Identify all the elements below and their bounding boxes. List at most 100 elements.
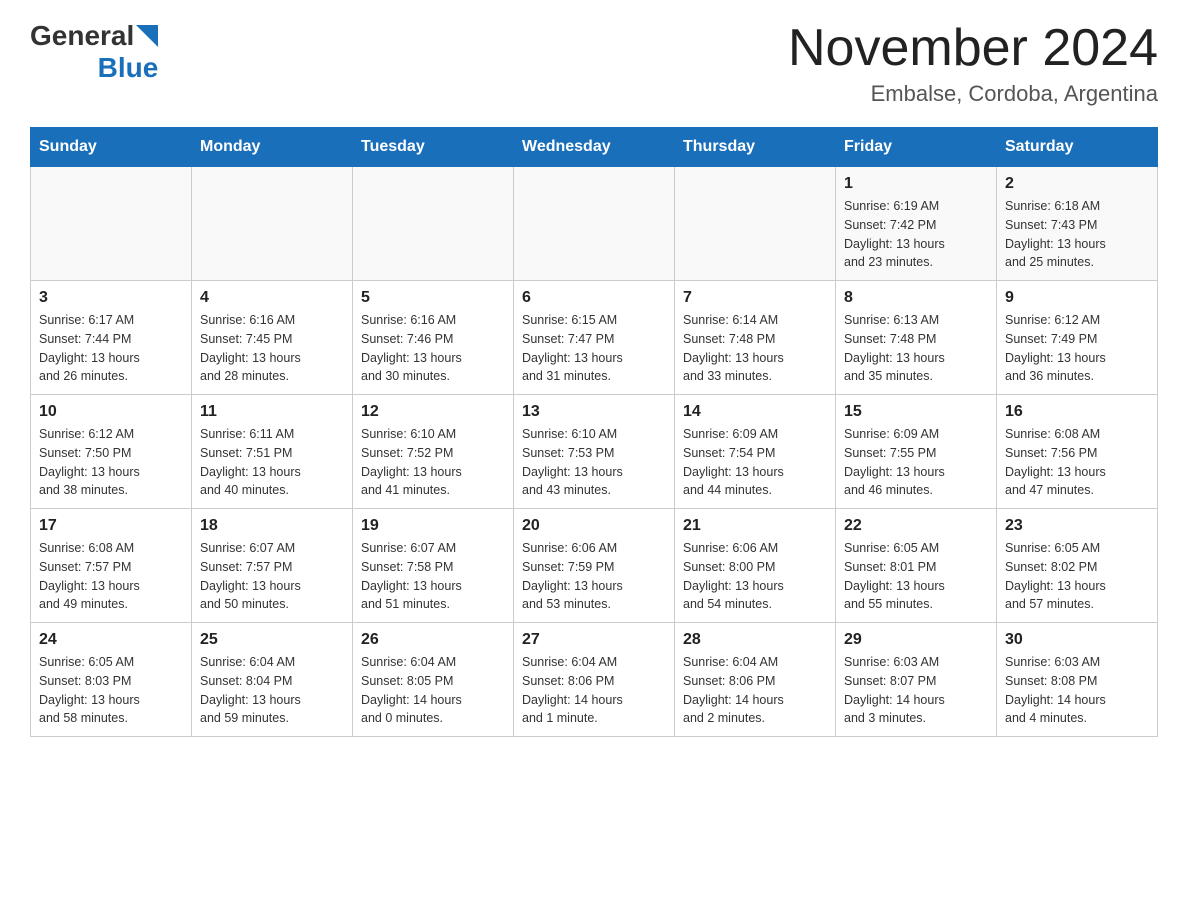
logo-text-general: General [30, 20, 134, 52]
day-number: 5 [361, 289, 505, 307]
day-number: 30 [1005, 631, 1149, 649]
day-number: 20 [522, 517, 666, 535]
weekday-header-sunday: Sunday [31, 128, 192, 167]
day-number: 28 [683, 631, 827, 649]
calendar-cell: 13Sunrise: 6:10 AM Sunset: 7:53 PM Dayli… [514, 395, 675, 509]
day-number: 6 [522, 289, 666, 307]
day-number: 27 [522, 631, 666, 649]
day-info: Sunrise: 6:06 AM Sunset: 8:00 PM Dayligh… [683, 539, 827, 614]
day-info: Sunrise: 6:04 AM Sunset: 8:06 PM Dayligh… [522, 653, 666, 728]
day-number: 24 [39, 631, 183, 649]
calendar-cell [353, 167, 514, 281]
day-info: Sunrise: 6:19 AM Sunset: 7:42 PM Dayligh… [844, 197, 988, 272]
calendar-subtitle: Embalse, Cordoba, Argentina [788, 81, 1158, 107]
calendar-cell: 10 Sunrise: 6:12 AM Sunset: 7:50 PM Dayli… [31, 395, 192, 509]
day-info: Sunrise: 6:05 AM Sunset: 8:01 PM Dayligh… [844, 539, 988, 614]
calendar-cell: 17Sunrise: 6:08 AM Sunset: 7:57 PM Dayli… [31, 509, 192, 623]
day-info: Sunrise: 6:10 AM Sunset: 7:52 PM Dayligh… [361, 425, 505, 500]
day-number: 26 [361, 631, 505, 649]
day-number: 11 [200, 403, 344, 421]
page-header: General Blue November 2024 Embalse, Cord… [30, 20, 1158, 107]
day-info: Sunrise: 6:08 AM Sunset: 7:57 PM Dayligh… [39, 539, 183, 614]
calendar-cell: 6 Sunrise: 6:15 AM Sunset: 7:47 PM Daylig… [514, 281, 675, 395]
day-number: 9 [1005, 289, 1149, 307]
logo-text-blue: Blue [98, 52, 159, 84]
day-number: 29 [844, 631, 988, 649]
logo-arrow-icon [136, 25, 158, 47]
title-block: November 2024 Embalse, Cordoba, Argentin… [788, 20, 1158, 107]
day-info: Sunrise: 6:12 AM Sunset: 7:49 PM Dayligh… [1005, 311, 1149, 386]
calendar-week-row: 1 Sunrise: 6:19 AM Sunset: 7:42 PM Daylig… [31, 167, 1158, 281]
day-info: Sunrise: 6:05 AM Sunset: 8:03 PM Dayligh… [39, 653, 183, 728]
weekday-header-monday: Monday [192, 128, 353, 167]
calendar-cell: 22 Sunrise: 6:05 AM Sunset: 8:01 PM Dayli… [836, 509, 997, 623]
day-info: Sunrise: 6:17 AM Sunset: 7:44 PM Dayligh… [39, 311, 183, 386]
day-number: 14 [683, 403, 827, 421]
day-number: 10 [39, 403, 183, 421]
calendar-cell: 12 Sunrise: 6:10 AM Sunset: 7:52 PM Dayli… [353, 395, 514, 509]
day-number: 18 [200, 517, 344, 535]
day-number: 4 [200, 289, 344, 307]
calendar-cell: 3Sunrise: 6:17 AM Sunset: 7:44 PM Daylig… [31, 281, 192, 395]
day-info: Sunrise: 6:07 AM Sunset: 7:57 PM Dayligh… [200, 539, 344, 614]
calendar-cell [192, 167, 353, 281]
calendar-week-row: 17Sunrise: 6:08 AM Sunset: 7:57 PM Dayli… [31, 509, 1158, 623]
day-info: Sunrise: 6:06 AM Sunset: 7:59 PM Dayligh… [522, 539, 666, 614]
calendar-cell: 18 Sunrise: 6:07 AM Sunset: 7:57 PM Dayli… [192, 509, 353, 623]
calendar-cell: 8Sunrise: 6:13 AM Sunset: 7:48 PM Daylig… [836, 281, 997, 395]
weekday-header-tuesday: Tuesday [353, 128, 514, 167]
day-number: 8 [844, 289, 988, 307]
day-info: Sunrise: 6:18 AM Sunset: 7:43 PM Dayligh… [1005, 197, 1149, 272]
day-info: Sunrise: 6:12 AM Sunset: 7:50 PM Dayligh… [39, 425, 183, 500]
calendar-week-row: 10 Sunrise: 6:12 AM Sunset: 7:50 PM Dayli… [31, 395, 1158, 509]
calendar-header: SundayMondayTuesdayWednesdayThursdayFrid… [31, 128, 1158, 167]
day-info: Sunrise: 6:09 AM Sunset: 7:54 PM Dayligh… [683, 425, 827, 500]
day-info: Sunrise: 6:11 AM Sunset: 7:51 PM Dayligh… [200, 425, 344, 500]
calendar-cell: 26 Sunrise: 6:04 AM Sunset: 8:05 PM Dayli… [353, 623, 514, 737]
calendar-title: November 2024 [788, 20, 1158, 77]
calendar-cell [675, 167, 836, 281]
day-info: Sunrise: 6:04 AM Sunset: 8:06 PM Dayligh… [683, 653, 827, 728]
day-number: 23 [1005, 517, 1149, 535]
weekday-header-thursday: Thursday [675, 128, 836, 167]
day-info: Sunrise: 6:05 AM Sunset: 8:02 PM Dayligh… [1005, 539, 1149, 614]
day-info: Sunrise: 6:04 AM Sunset: 8:05 PM Dayligh… [361, 653, 505, 728]
day-info: Sunrise: 6:04 AM Sunset: 8:04 PM Dayligh… [200, 653, 344, 728]
day-number: 1 [844, 175, 988, 193]
calendar-cell: 14 Sunrise: 6:09 AM Sunset: 7:54 PM Dayli… [675, 395, 836, 509]
day-number: 21 [683, 517, 827, 535]
day-info: Sunrise: 6:07 AM Sunset: 7:58 PM Dayligh… [361, 539, 505, 614]
day-number: 7 [683, 289, 827, 307]
calendar-cell: 27 Sunrise: 6:04 AM Sunset: 8:06 PM Dayli… [514, 623, 675, 737]
day-info: Sunrise: 6:09 AM Sunset: 7:55 PM Dayligh… [844, 425, 988, 500]
calendar-cell [31, 167, 192, 281]
weekday-header-saturday: Saturday [997, 128, 1158, 167]
day-number: 12 [361, 403, 505, 421]
calendar-cell: 20 Sunrise: 6:06 AM Sunset: 7:59 PM Dayli… [514, 509, 675, 623]
day-number: 15 [844, 403, 988, 421]
day-number: 13 [522, 403, 666, 421]
day-number: 22 [844, 517, 988, 535]
calendar-cell: 5 Sunrise: 6:16 AM Sunset: 7:46 PM Daylig… [353, 281, 514, 395]
calendar-cell: 7Sunrise: 6:14 AM Sunset: 7:48 PM Daylig… [675, 281, 836, 395]
day-info: Sunrise: 6:16 AM Sunset: 7:46 PM Dayligh… [361, 311, 505, 386]
calendar-cell: 28 Sunrise: 6:04 AM Sunset: 8:06 PM Dayli… [675, 623, 836, 737]
calendar-table: SundayMondayTuesdayWednesdayThursdayFrid… [30, 127, 1158, 737]
day-info: Sunrise: 6:16 AM Sunset: 7:45 PM Dayligh… [200, 311, 344, 386]
calendar-cell: 15 Sunrise: 6:09 AM Sunset: 7:55 PM Dayli… [836, 395, 997, 509]
calendar-cell: 4 Sunrise: 6:16 AM Sunset: 7:45 PM Daylig… [192, 281, 353, 395]
calendar-cell: 19Sunrise: 6:07 AM Sunset: 7:58 PM Dayli… [353, 509, 514, 623]
calendar-cell: 21 Sunrise: 6:06 AM Sunset: 8:00 PM Dayli… [675, 509, 836, 623]
calendar-week-row: 24 Sunrise: 6:05 AM Sunset: 8:03 PM Dayli… [31, 623, 1158, 737]
calendar-cell: 29Sunrise: 6:03 AM Sunset: 8:07 PM Dayli… [836, 623, 997, 737]
day-info: Sunrise: 6:08 AM Sunset: 7:56 PM Dayligh… [1005, 425, 1149, 500]
calendar-cell: 23 Sunrise: 6:05 AM Sunset: 8:02 PM Dayli… [997, 509, 1158, 623]
day-number: 2 [1005, 175, 1149, 193]
calendar-cell: 30 Sunrise: 6:03 AM Sunset: 8:08 PM Dayli… [997, 623, 1158, 737]
calendar-cell: 11 Sunrise: 6:11 AM Sunset: 7:51 PM Dayli… [192, 395, 353, 509]
day-info: Sunrise: 6:03 AM Sunset: 8:08 PM Dayligh… [1005, 653, 1149, 728]
day-info: Sunrise: 6:15 AM Sunset: 7:47 PM Dayligh… [522, 311, 666, 386]
calendar-cell: 2 Sunrise: 6:18 AM Sunset: 7:43 PM Daylig… [997, 167, 1158, 281]
calendar-cell: 24 Sunrise: 6:05 AM Sunset: 8:03 PM Dayli… [31, 623, 192, 737]
calendar-week-row: 3Sunrise: 6:17 AM Sunset: 7:44 PM Daylig… [31, 281, 1158, 395]
